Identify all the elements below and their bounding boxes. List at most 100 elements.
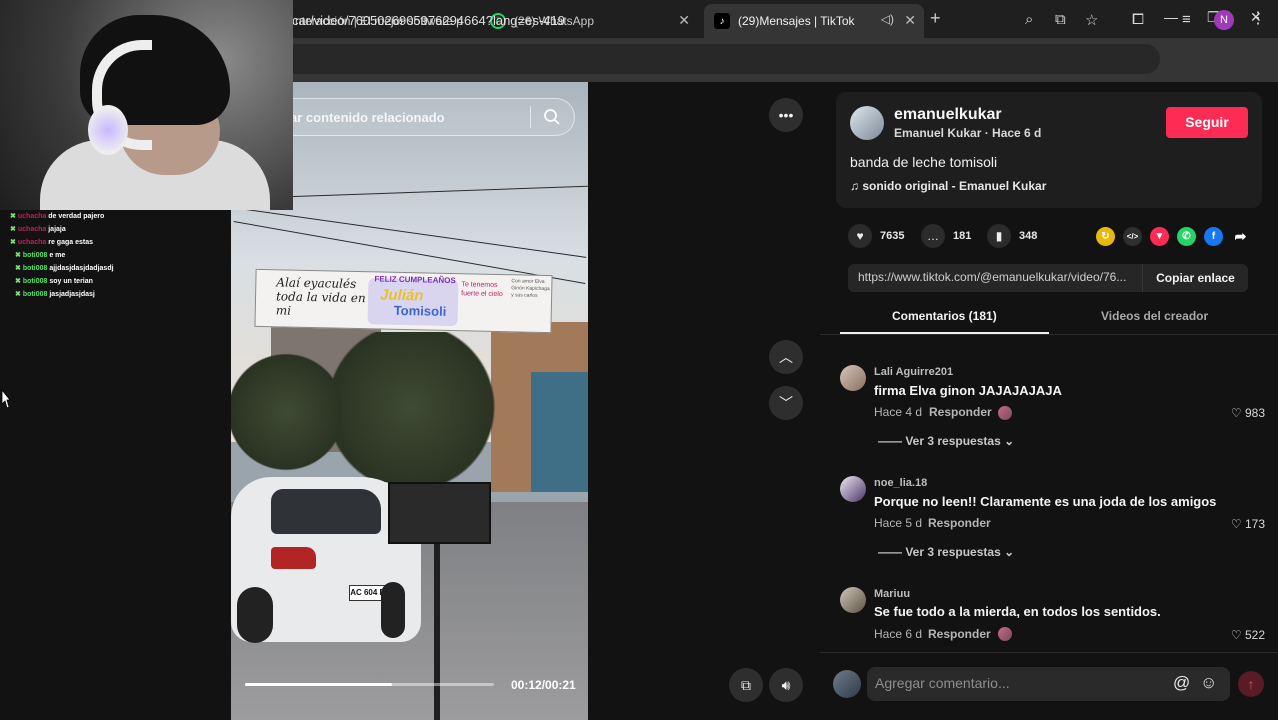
media-control-icon[interactable]: ≡ <box>1182 11 1191 28</box>
whatsapp-share-icon[interactable]: ✆ <box>1177 227 1196 246</box>
extensions-icon[interactable]: ⧠ <box>1132 11 1144 28</box>
tab-comments[interactable]: Comentarios (181) <box>892 309 997 323</box>
like-stat[interactable]: ♥ 7635 <box>848 224 904 248</box>
new-tab-icon[interactable]: + <box>930 8 941 29</box>
tab-divider <box>820 334 1278 335</box>
chat-user: boti008 <box>22 265 48 272</box>
search-icon[interactable] <box>543 108 561 126</box>
tab-tiktok[interactable]: ♪ (29)Mensajes | TikTok ◁) ✕ <box>704 4 924 38</box>
comment-icon[interactable]: … <box>921 224 945 248</box>
install-app-icon[interactable]: ⧉ <box>1055 11 1066 28</box>
embed-code-icon[interactable]: </> <box>1123 227 1142 246</box>
floating-player-button[interactable]: ⧉ <box>729 668 763 702</box>
chat-line: ✖ boti008 soy un terian <box>10 275 230 288</box>
creator-username[interactable]: emanuelkukar <box>894 106 1002 124</box>
more-dots-icon: ••• <box>778 107 794 123</box>
creator-liked-avatar <box>998 406 1012 420</box>
creator-subtitle: Emanuel Kukar · Hace 6 d <box>894 126 1042 140</box>
chat-badge-icon: ✖ <box>10 226 16 233</box>
composer-divider <box>820 652 1278 653</box>
more-options-button[interactable]: ••• <box>769 98 803 132</box>
copy-link-button[interactable]: Copiar enlace <box>1142 264 1248 292</box>
chat-user: boti008 <box>22 252 48 259</box>
view-replies-button[interactable]: —— Ver 3 respuestas ⌄ <box>878 434 1014 448</box>
reply-button[interactable]: Responder <box>928 627 991 641</box>
url-text[interactable]: car/video/7605026905976294664?lang=es-41… <box>292 13 565 28</box>
comment-count: 181 <box>953 230 972 242</box>
volume-button[interactable]: 🔊︎ <box>769 668 803 702</box>
audio-icon[interactable]: ◁) <box>881 12 894 26</box>
video-time: 00:12/00:21 <box>511 678 576 692</box>
share-link-text[interactable]: https://www.tiktok.com/@emanuelkukar/vid… <box>858 270 1138 284</box>
my-avatar <box>833 670 861 698</box>
chat-user: uchacha <box>17 239 47 246</box>
chat-line: ✖ uchacha jajaja <box>10 223 230 236</box>
save-count: 348 <box>1019 230 1038 242</box>
heart-icon[interactable]: ♥ <box>848 224 872 248</box>
banner-right-text: Te tenemos fuerte el cielo <box>461 281 503 299</box>
repost-icon[interactable]: ↻ <box>1096 227 1115 246</box>
profile-avatar[interactable]: N <box>1214 10 1234 30</box>
tab-creator-videos[interactable]: Videos del creador <box>1101 309 1208 323</box>
chat-text: e me <box>49 252 66 259</box>
sound-link[interactable]: ♫ sonido original - Emanuel Kukar <box>850 179 1046 193</box>
comment-input-placeholder[interactable]: Agregar comentario... <box>875 675 1010 691</box>
reply-button[interactable]: Responder <box>929 405 992 419</box>
chat-badge-icon: ✖ <box>10 239 16 246</box>
close-tab-icon[interactable]: ✕ <box>678 12 690 29</box>
chat-text: ajjdasjdasjdadjasdj <box>49 265 114 272</box>
bookmark-star-icon[interactable]: ☆ <box>1085 11 1098 29</box>
comment-text: firma Elva ginon JAJAJAJAJA <box>874 383 1062 398</box>
next-video-button[interactable]: ﹀ <box>769 386 803 420</box>
bookmark-icon[interactable]: ▮ <box>987 224 1011 248</box>
minimize-icon[interactable]: — <box>1164 9 1178 25</box>
chat-text: jasjadjasjdasj <box>49 291 95 298</box>
chat-badge-icon: ✖ <box>10 213 16 220</box>
comment-avatar[interactable] <box>840 365 866 391</box>
comment-time: Hace 6 d <box>874 627 923 641</box>
related-search-placeholder[interactable]: ar contenido relacionado <box>290 110 445 125</box>
creator-avatar[interactable] <box>850 106 884 140</box>
banner-name1: Julián <box>379 286 424 305</box>
comment-like[interactable]: ♡ 983 <box>1231 406 1265 420</box>
comment-username[interactable]: Mariuu <box>874 588 910 600</box>
comment-username[interactable]: noe_lia.18 <box>874 477 927 489</box>
screen: nteracción | El mejor software p ✆ (26) … <box>0 0 1278 720</box>
reply-button[interactable]: Responder <box>928 516 991 530</box>
close-tab-icon[interactable]: ✕ <box>904 12 916 29</box>
chat-badge-icon: ✖ <box>15 265 21 272</box>
car-light <box>271 547 316 569</box>
comment-like[interactable]: ♡ 522 <box>1231 628 1265 642</box>
tab-title: (29)Mensajes | TikTok <box>738 14 855 28</box>
chat-badge-icon: ✖ <box>15 291 21 298</box>
facebook-share-icon[interactable]: f <box>1204 227 1223 246</box>
chat-line: ✖ boti008 ajjdasjdasjdadjasdj <box>10 262 230 275</box>
creator-liked-avatar <box>998 627 1012 641</box>
emoji-icon[interactable]: ☺ <box>1200 673 1217 693</box>
save-stat[interactable]: ▮ 348 <box>987 224 1037 248</box>
comment-time: Hace 4 d <box>874 405 923 419</box>
comment-text: Porque no leen!! Claramente es una joda … <box>874 494 1217 509</box>
follow-button[interactable]: Seguir <box>1166 107 1248 138</box>
previous-video-button[interactable]: ︿ <box>769 340 803 374</box>
webcam-headset-ear <box>88 105 128 155</box>
comment-username[interactable]: Lali Aguirre201 <box>874 366 953 378</box>
comment-avatar[interactable] <box>840 476 866 502</box>
comment-stat[interactable]: … 181 <box>921 224 971 248</box>
browser-menu-icon[interactable]: ⋮ <box>1250 8 1266 28</box>
send-to-friends-icon[interactable]: ▼ <box>1150 227 1169 246</box>
chat-text: jajaja <box>48 226 66 233</box>
zoom-icon[interactable]: ⌕ <box>1025 11 1033 28</box>
comment-avatar[interactable] <box>840 587 866 613</box>
address-bar[interactable] <box>260 44 1160 74</box>
video-description: banda de leche tomisoli <box>850 154 998 170</box>
video-progress-bar[interactable] <box>245 683 494 686</box>
view-replies-button[interactable]: —— Ver 3 respuestas ⌄ <box>878 545 1014 559</box>
car-wheel <box>381 582 405 638</box>
comment-like[interactable]: ♡ 173 <box>1231 517 1265 531</box>
mention-icon[interactable]: @ <box>1173 673 1190 693</box>
share-arrow-icon[interactable]: ➦ <box>1231 227 1250 246</box>
send-comment-button[interactable]: ↑ <box>1238 671 1264 697</box>
chat-user: uchacha <box>17 213 47 220</box>
chat-text: re gaga estas <box>48 239 93 246</box>
